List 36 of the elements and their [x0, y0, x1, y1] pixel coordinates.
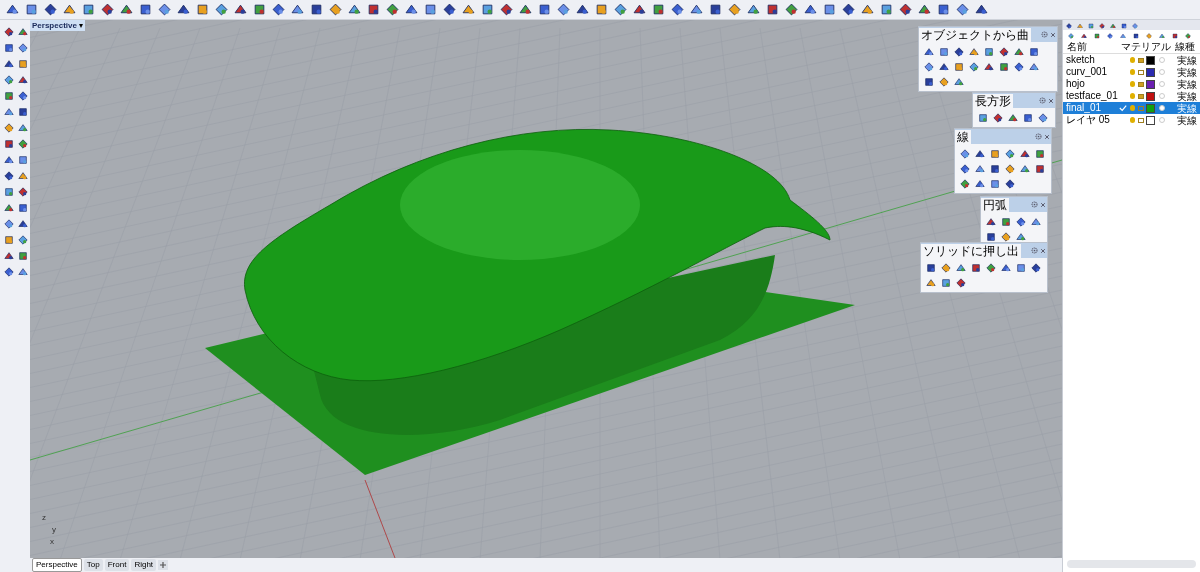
column-header: 名前: [1066, 40, 1088, 54]
column-header: マテリアル: [1121, 40, 1172, 54]
layer-name: hojo: [1065, 78, 1086, 90]
layer-row[interactable]: レイヤ 05 実線: [1063, 114, 1200, 126]
toolbar-title: 線: [955, 129, 971, 144]
column-header: 線種: [1175, 40, 1195, 54]
view-tab[interactable]: Perspective: [32, 558, 82, 572]
view-tab[interactable]: Right: [131, 559, 157, 571]
layer-name: curv_001: [1065, 66, 1109, 78]
axis-label: y: [52, 524, 56, 536]
layer-name: final_01: [1065, 102, 1103, 114]
layer-name: sketch: [1065, 54, 1096, 66]
view-tab[interactable]: Top: [83, 559, 103, 571]
layer-name: レイヤ 05: [1065, 114, 1111, 126]
layer-row[interactable]: sketch 実線: [1063, 54, 1200, 66]
viewport-title[interactable]: Perspective: [32, 20, 77, 32]
toolbar-title: ソリッドに押し出: [921, 243, 1021, 258]
layer-name: testface_01: [1065, 90, 1119, 102]
layer-row[interactable]: final_01 実線: [1063, 102, 1200, 114]
axis-label: z: [42, 512, 47, 524]
toolbar-title: オブジェクトから曲: [919, 27, 1031, 42]
linetype: 実線: [1177, 101, 1197, 115]
axis-label: x: [50, 536, 55, 548]
linetype: 実線: [1177, 77, 1197, 91]
toolbar-title: 長方形: [973, 93, 1013, 108]
viewport[interactable]: Perspective ▾ z y x オブジェクトから曲 長方形 線 円弧 ソリッドに押し出: [30, 20, 1062, 558]
linetype: 実線: [1177, 65, 1197, 79]
toolbar-title: 円弧: [981, 197, 1009, 212]
layer-row[interactable]: curv_001 実線: [1063, 66, 1200, 78]
linetype: 実線: [1177, 113, 1197, 128]
layer-row[interactable]: testface_01 実線: [1063, 90, 1200, 102]
viewport-menu-caret[interactable]: ▾: [78, 20, 83, 32]
layer-row[interactable]: hojo 実線: [1063, 78, 1200, 90]
linetype: 実線: [1177, 89, 1197, 103]
view-tab[interactable]: Front: [104, 559, 130, 571]
linetype: 実線: [1177, 53, 1197, 67]
